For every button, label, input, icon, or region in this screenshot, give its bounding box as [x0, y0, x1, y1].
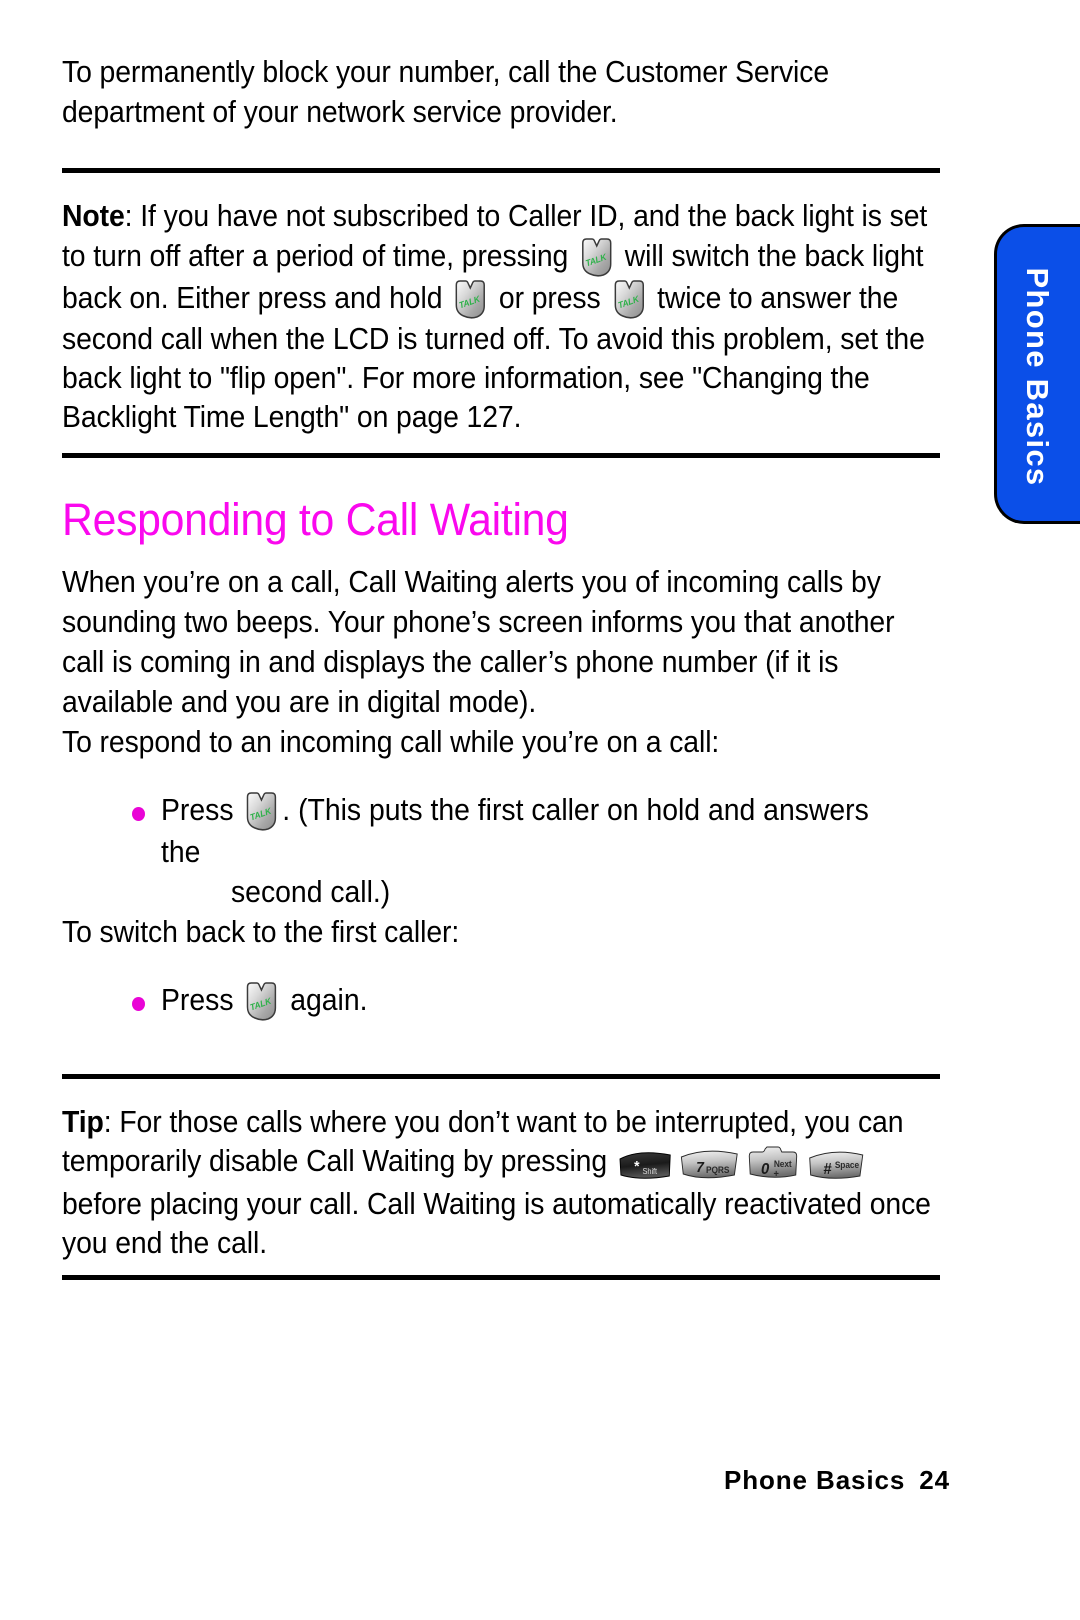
- manual-page: Phone Basics To permanently block your n…: [0, 0, 1080, 1620]
- section-heading: Responding to Call Waiting: [62, 494, 569, 545]
- bullet-1-pre: Press: [161, 793, 242, 827]
- svg-text:*: *: [634, 1159, 640, 1176]
- pound-space-key-icon: # Space: [806, 1143, 866, 1185]
- zero-next-plus-key-icon: 0 Next +: [745, 1143, 803, 1185]
- svg-text:0: 0: [761, 1161, 770, 1179]
- talk-key-icon: TALK: [611, 278, 646, 320]
- talk-key-icon: TALK: [244, 980, 279, 1022]
- note-text-3: or press: [491, 281, 609, 315]
- side-tab-phone-basics[interactable]: Phone Basics: [994, 224, 1080, 524]
- tip-label: Tip: [62, 1105, 104, 1139]
- list-item: Press TALK again.: [62, 980, 940, 1022]
- footer-section-label: Phone Basics: [723, 1465, 906, 1495]
- list-item: Press TALK . (This puts the first caller…: [62, 790, 940, 872]
- svg-text:PQRS: PQRS: [706, 1165, 730, 1175]
- note-label: Note: [62, 199, 125, 233]
- talk-key-icon: TALK: [579, 236, 614, 278]
- talk-key-icon: TALK: [244, 790, 279, 832]
- tip-text-2: before placing your call. Call Waiting i…: [62, 1187, 931, 1260]
- bullet-dot-icon: [132, 997, 145, 1011]
- bullet-2-body: Press TALK again.: [161, 980, 885, 1022]
- svg-text:+: +: [774, 1169, 780, 1180]
- intro-paragraph: To permanently block your number, call t…: [62, 55, 830, 129]
- bullet-1-continuation: second call.): [231, 875, 391, 909]
- bullet-1-body: Press TALK . (This puts the first caller…: [161, 790, 885, 872]
- side-tab-label: Phone Basics: [1020, 267, 1055, 487]
- star-shift-key-icon: * Shift: [617, 1143, 675, 1185]
- svg-text:7: 7: [697, 1160, 706, 1177]
- footer-page-number: 24: [919, 1465, 950, 1495]
- svg-text:Next: Next: [774, 1159, 792, 1169]
- svg-text:Space: Space: [835, 1160, 859, 1170]
- svg-text:Shift: Shift: [643, 1167, 658, 1176]
- section-paragraph-3: To switch back to the first caller:: [62, 915, 460, 949]
- bullet-2-pre: Press: [161, 983, 242, 1017]
- seven-pqrs-key-icon: 7 PQRS: [678, 1143, 741, 1185]
- bullet-dot-icon: [132, 807, 145, 821]
- note-paragraph: Note: If you have not subscribed to Call…: [62, 197, 940, 437]
- tip-paragraph: Tip: For those calls where you don’t wan…: [62, 1103, 940, 1263]
- section-paragraph-2: To respond to an incoming call while you…: [62, 725, 720, 759]
- tip-rule-bottom: [62, 1275, 940, 1280]
- page-footer: Phone Basics 24: [724, 1465, 950, 1496]
- bullet-2-post: again.: [282, 983, 368, 1017]
- section-paragraph-1: When you’re on a call, Call Waiting aler…: [62, 565, 895, 719]
- svg-text:#: #: [824, 1161, 833, 1179]
- page-content: To permanently block your number, call t…: [62, 52, 940, 1280]
- talk-key-icon: TALK: [453, 278, 488, 320]
